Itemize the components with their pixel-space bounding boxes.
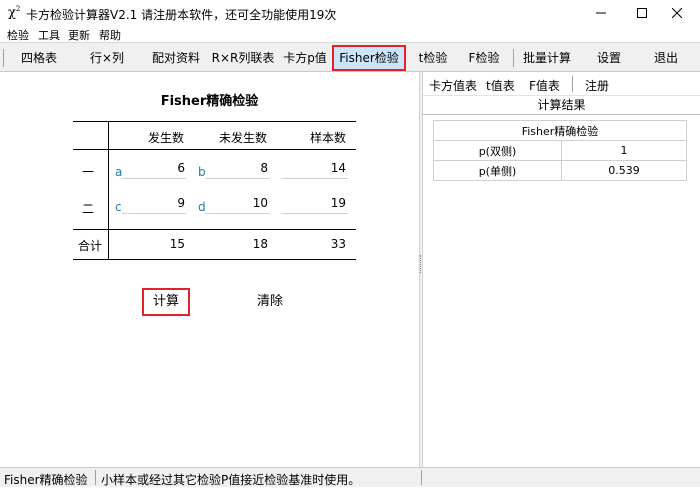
status-mode: Fisher精确检验 [4, 473, 88, 487]
cell-c-letter: c [115, 200, 122, 214]
app-icon-symbol: χ [8, 5, 16, 21]
right-toolbar: 卡方值表 t值表 F值表 注册 [423, 72, 700, 96]
app-icon: χ2 [8, 5, 20, 20]
cell-a-underline [122, 178, 186, 179]
table-bottom-border [73, 259, 356, 260]
result-table-title: Fisher精确检验 [433, 120, 687, 141]
row-label-2: 二 [82, 202, 95, 216]
toolbar: 四格表 行×列 配对资料 R×R列联表 卡方p值 Fisher检验 t检验 F检… [0, 42, 700, 72]
result-label-one-sided: p(单侧) [433, 160, 562, 181]
t-table-button[interactable]: t值表 [486, 77, 515, 94]
result-title-row: Fisher精确检验 [433, 120, 687, 141]
table-top-border [73, 121, 356, 122]
total-label: 合计 [78, 239, 103, 253]
tab-rxr[interactable]: R×R列联表 [209, 47, 277, 69]
total-not-occur: 18 [252, 237, 268, 251]
status-hint: 小样本或经过其它检验P值接近检验基准时使用。 [101, 473, 361, 487]
cell-a-input[interactable]: 6 [125, 161, 185, 175]
cell-d-letter: d [198, 200, 206, 214]
result-value-one-sided: 0.539 [561, 160, 687, 181]
result-header: 计算结果 [423, 96, 700, 115]
total-occur: 15 [169, 237, 185, 251]
table-row: p(单侧) 0.539 [433, 160, 687, 181]
cell-b-underline [205, 178, 269, 179]
cell-b-letter: b [198, 165, 206, 179]
right-toolbar-separator [572, 76, 573, 92]
table-header-border [73, 149, 356, 150]
status-bar: Fisher精确检验 小样本或经过其它检验P值接近检验基准时使用。 [0, 467, 700, 487]
title-bar: χ2 卡方检验计算器V2.1 请注册本软件，还可全功能使用19次 [0, 0, 700, 26]
f-table-button[interactable]: F值表 [529, 77, 560, 94]
cell-d-input[interactable]: 10 [208, 196, 268, 210]
table-total-border [73, 229, 356, 230]
total-sample: 33 [330, 237, 346, 251]
table-row: p(双侧) 1 [433, 140, 687, 161]
fisher-title: Fisher精确检验 [160, 94, 259, 109]
settings-button[interactable]: 设置 [588, 47, 630, 69]
minimize-icon [596, 12, 606, 14]
calculate-button[interactable]: 计算 [142, 288, 190, 316]
table-row-label-divider [108, 121, 109, 260]
menu-item-tools[interactable]: 工具 [38, 27, 60, 43]
header-occur: 发生数 [148, 131, 185, 145]
row-total-1-underline [282, 178, 348, 179]
clear-button[interactable]: 清除 [246, 290, 294, 314]
tab-f-test[interactable]: F检验 [463, 47, 505, 69]
row-total-2: 19 [330, 196, 346, 210]
register-button[interactable]: 注册 [585, 77, 609, 94]
cell-c-underline [122, 213, 186, 214]
cell-a-letter: a [115, 165, 123, 179]
result-table: Fisher精确检验 p(双侧) 1 p(单侧) 0.539 [433, 120, 687, 181]
row-label-1: 一 [82, 165, 95, 179]
header-sample: 样本数 [310, 131, 347, 145]
close-button[interactable] [654, 0, 700, 26]
tab-fisher[interactable]: Fisher检验 [332, 45, 406, 71]
cell-b-input[interactable]: 8 [208, 161, 268, 175]
menu-bar: 检验 工具 更新 帮助 [0, 26, 700, 42]
tab-four-fold[interactable]: 四格表 [14, 47, 64, 69]
tab-row-col[interactable]: 行×列 [84, 47, 130, 69]
app-icon-superscript: 2 [15, 5, 21, 13]
cell-d-underline [205, 213, 269, 214]
cell-c-input[interactable]: 9 [125, 196, 185, 210]
minimize-button[interactable] [578, 0, 624, 26]
result-label-two-sided: p(双侧) [433, 140, 562, 161]
exit-button[interactable]: 退出 [645, 47, 687, 69]
menu-item-update[interactable]: 更新 [68, 27, 90, 43]
window-title: 卡方检验计算器V2.1 请注册本软件，还可全功能使用19次 [26, 8, 337, 22]
menu-item-help[interactable]: 帮助 [99, 27, 121, 43]
maximize-icon [637, 8, 647, 18]
row-total-1: 14 [330, 161, 346, 175]
row-total-2-underline [282, 213, 348, 214]
status-separator [421, 470, 422, 485]
tab-paired[interactable]: 配对资料 [147, 47, 205, 69]
status-separator [95, 470, 96, 485]
toolbar-grip [3, 49, 4, 67]
tab-batch[interactable]: 批量计算 [518, 47, 576, 69]
menu-item-test[interactable]: 检验 [7, 27, 29, 43]
close-icon [672, 8, 682, 18]
toolbar-separator [513, 49, 514, 67]
input-pane [0, 72, 419, 467]
chi-table-button[interactable]: 卡方值表 [429, 77, 477, 94]
result-value-two-sided: 1 [561, 140, 687, 161]
tab-t-test[interactable]: t检验 [412, 47, 454, 69]
header-not-occur: 未发生数 [219, 131, 268, 145]
tab-chi-p[interactable]: 卡方p值 [280, 47, 330, 69]
